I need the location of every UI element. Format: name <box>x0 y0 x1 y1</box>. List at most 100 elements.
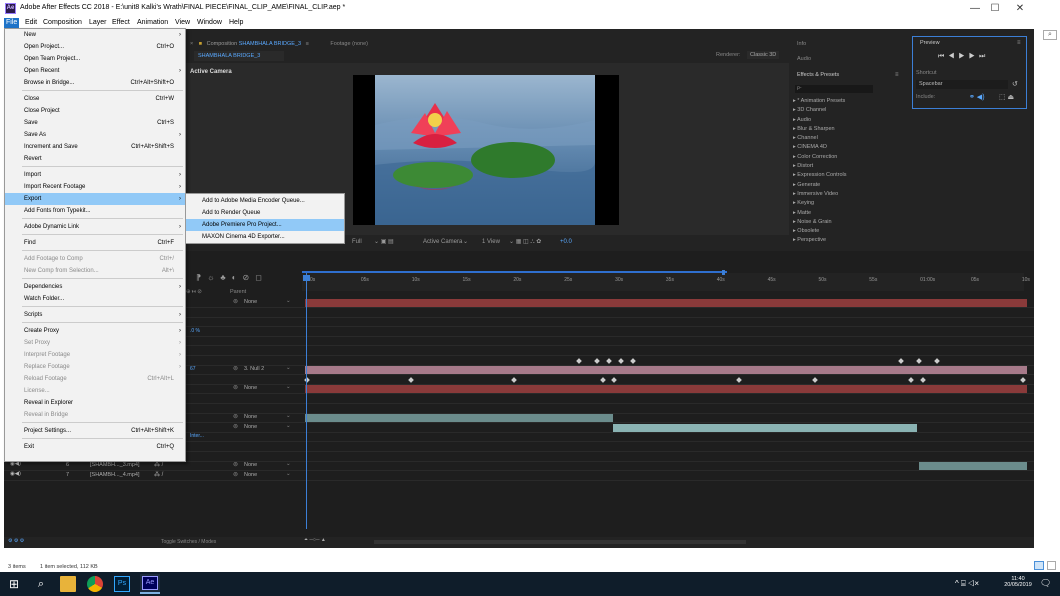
effect-category[interactable]: ▸ Expression Controls <box>793 172 905 181</box>
search-help-icon[interactable]: ⌕ <box>1043 30 1057 40</box>
file-menu-item-browse-in-bridge[interactable]: Browse in Bridge... Ctrl+Alt+Shift+O <box>5 77 185 89</box>
property-value[interactable]: 67 <box>190 366 196 372</box>
keyframe[interactable] <box>898 357 904 364</box>
file-menu-item-exit[interactable]: Exit Ctrl+Q <box>5 441 185 453</box>
effect-category[interactable]: ▸ Generate <box>793 182 905 191</box>
layer-duration-bar[interactable] <box>305 414 613 423</box>
keyframe[interactable] <box>408 376 414 383</box>
work-area-bar[interactable] <box>302 271 727 273</box>
visibility-audio-icons[interactable]: ◉◀) <box>10 471 21 477</box>
close-tab-icon[interactable]: × <box>190 41 193 47</box>
effect-category[interactable]: ▸ * Animation Presets <box>793 98 905 107</box>
view-layout-select[interactable]: 1 View <box>482 236 500 248</box>
effect-category[interactable]: ▸ Obsolete <box>793 228 905 237</box>
keyframe[interactable] <box>576 357 582 364</box>
pick-whip-icon[interactable]: ⊚ <box>233 298 238 305</box>
menu-file[interactable]: File <box>4 18 20 28</box>
layer-name[interactable]: [SHAMBH..._4.mp4] <box>90 472 140 478</box>
file-menu-item-reload-footage[interactable]: Reload Footage Ctrl+Alt+L <box>5 373 185 385</box>
chevron-down-icon[interactable]: ⌄ <box>286 384 291 390</box>
export-item-maxon-cinema-4d-exporter[interactable]: MAXON Cinema 4D Exporter... <box>186 231 344 243</box>
keyframe[interactable] <box>630 357 636 364</box>
chevron-down-icon[interactable]: ⌄ <box>463 236 468 248</box>
pick-whip-icon[interactable]: ⊚ <box>233 461 238 468</box>
effect-category[interactable]: ▸ Color Correction <box>793 154 905 163</box>
file-menu-item-revert[interactable]: Revert <box>5 153 185 165</box>
visibility-audio-icons[interactable]: ◉◀) <box>10 461 21 467</box>
file-menu-item-close[interactable]: Close Ctrl+W <box>5 93 185 105</box>
menu-effect[interactable]: Effect <box>110 18 132 28</box>
file-menu-item-interpret-footage[interactable]: Interpret Footage › <box>5 349 185 361</box>
effect-category[interactable]: ▸ CINEMA 4D <box>793 144 905 153</box>
resolution-select[interactable]: Full <box>352 236 362 248</box>
lock-icon[interactable]: ■ <box>199 41 202 47</box>
file-menu-item-open-recent[interactable]: Open Recent › <box>5 65 185 77</box>
keyframe[interactable] <box>920 376 926 383</box>
parent-select[interactable]: None <box>244 385 257 391</box>
parent-select[interactable]: None <box>244 462 257 468</box>
file-menu-item-open-team-project[interactable]: Open Team Project... <box>5 53 185 65</box>
audio-tab[interactable]: Audio <box>797 56 811 62</box>
clock[interactable]: 11:40 20/05/2019 <box>1000 576 1036 588</box>
menu-edit[interactable]: Edit <box>23 18 39 28</box>
file-menu-item-set-proxy[interactable]: Set Proxy › <box>5 337 185 349</box>
current-time-indicator[interactable] <box>306 273 307 529</box>
windows-start-icon[interactable]: ⊞ <box>6 576 22 592</box>
effect-category[interactable]: ▸ Keying <box>793 200 905 209</box>
parent-select[interactable]: None <box>244 472 257 478</box>
tab-menu-icon[interactable]: ≡ <box>306 41 309 47</box>
playhead-handle[interactable] <box>303 275 310 281</box>
file-menu-item-create-proxy[interactable]: Create Proxy › <box>5 325 185 337</box>
keyframe[interactable] <box>618 357 624 364</box>
keyframe[interactable] <box>1020 376 1026 383</box>
property-value[interactable]: Inter... <box>190 433 204 439</box>
layer-duration-bar[interactable] <box>919 462 1027 471</box>
file-menu-item-open-project[interactable]: Open Project... Ctrl+O <box>5 41 185 53</box>
parent-select[interactable]: None <box>244 414 257 420</box>
file-menu-item-adobe-dynamic-link[interactable]: Adobe Dynamic Link › <box>5 221 185 233</box>
timeline-scrollbar[interactable] <box>374 540 746 544</box>
exposure-value[interactable]: +0.0 <box>560 236 572 248</box>
panel-menu-icon[interactable]: ≡ <box>895 72 899 78</box>
file-menu-item-watch-folder[interactable]: Watch Folder... <box>5 293 185 305</box>
chevron-down-icon[interactable]: ⌄ <box>286 413 291 419</box>
menu-layer[interactable]: Layer <box>87 18 109 28</box>
file-menu-item-replace-footage[interactable]: Replace Footage › <box>5 361 185 373</box>
photoshop-icon[interactable]: Ps <box>114 576 130 592</box>
comp-subtab[interactable]: SHAMBHALA BRIDGE_3 <box>194 51 284 61</box>
file-menu-item-find[interactable]: Find Ctrl+F <box>5 237 185 249</box>
file-menu-item-save[interactable]: Save Ctrl+S <box>5 117 185 129</box>
layer-duration-bar[interactable] <box>305 385 1027 394</box>
effect-category[interactable]: ▸ Noise & Grain <box>793 219 905 228</box>
property-value[interactable]: .0 % <box>190 328 200 334</box>
file-menu-item-new-comp-from-selection[interactable]: New Comp from Selection... Alt+\ <box>5 265 185 277</box>
maximize-button[interactable]: ☐ <box>983 2 1007 15</box>
renderer-select[interactable]: Classic 3D <box>747 51 780 59</box>
playback-controls[interactable]: ⏮◀▶▶⏭ <box>938 53 989 61</box>
file-menu-item-scripts[interactable]: Scripts › <box>5 309 185 321</box>
time-ruler[interactable]: 0s 05s 10s 15s 20s 25s 30s 35s 40s 45s 50s 55s 01:00… <box>302 273 1030 291</box>
composition-tab-label[interactable]: Composition <box>207 41 238 47</box>
file-menu-item-save-as[interactable]: Save As › <box>5 129 185 141</box>
file-explorer-icon[interactable] <box>60 576 76 592</box>
effect-category[interactable]: ▸ Audio <box>793 117 905 126</box>
layer-duration-bar[interactable] <box>305 299 1027 307</box>
pick-whip-icon[interactable]: ⊚ <box>233 365 238 372</box>
zoom-slider[interactable]: ⏶ ─○─ ▲ <box>304 537 326 543</box>
effect-category[interactable]: ▸ Perspective <box>793 237 905 246</box>
toggle-switches-modes[interactable]: Toggle Switches / Modes <box>161 539 216 545</box>
effect-category[interactable]: ▸ Blur & Sharpen <box>793 126 905 135</box>
keyframe[interactable] <box>812 376 818 383</box>
keyframe[interactable] <box>606 357 612 364</box>
file-menu-item-close-project[interactable]: Close Project <box>5 105 185 117</box>
pick-whip-icon[interactable]: ⊚ <box>233 413 238 420</box>
keyframe[interactable] <box>934 357 940 364</box>
file-menu-item-reveal-in-bridge[interactable]: Reveal in Bridge <box>5 409 185 421</box>
shortcut-select[interactable]: Spacebar <box>916 80 1008 89</box>
chevron-down-icon[interactable]: ⌄ <box>286 423 291 429</box>
parent-select[interactable]: None <box>244 424 257 430</box>
file-menu-item-export[interactable]: Export › <box>5 193 185 205</box>
chevron-down-icon[interactable]: ⌄ <box>286 365 291 371</box>
file-menu-item-project-settings[interactable]: Project Settings... Ctrl+Alt+Shift+K <box>5 425 185 437</box>
timeline-row[interactable]: None ⊚ ⌄ ◉◀) 7 [SHAMBH..._4.mp4] ⁂ / <box>4 471 1034 481</box>
